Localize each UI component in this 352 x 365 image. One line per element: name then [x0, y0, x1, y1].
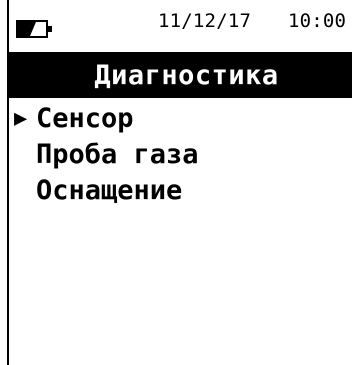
menu-item-sensor[interactable]: ▶ Сенсор — [14, 101, 344, 137]
menu-item-label: Проба газа — [36, 139, 199, 170]
page-title: Диагностика — [94, 59, 279, 91]
status-time: 10:00 — [288, 10, 347, 32]
menu-item-label: Оснащение — [36, 175, 183, 206]
menu-item-label: Сенсор — [36, 103, 134, 134]
diagnostics-menu: ▶ Сенсор Проба газа Оснащение — [14, 101, 344, 209]
battery-icon — [16, 20, 54, 38]
menu-item-equipment[interactable]: Оснащение — [14, 173, 344, 209]
selection-cursor-icon: ▶ — [14, 106, 28, 131]
title-bar: Диагностика — [7, 52, 352, 98]
device-screen: 11/12/17 10:00 Диагностика ▶ Сенсор Проб… — [0, 0, 352, 365]
menu-item-gas-sample[interactable]: Проба газа — [14, 137, 344, 173]
status-date: 11/12/17 — [158, 10, 252, 32]
